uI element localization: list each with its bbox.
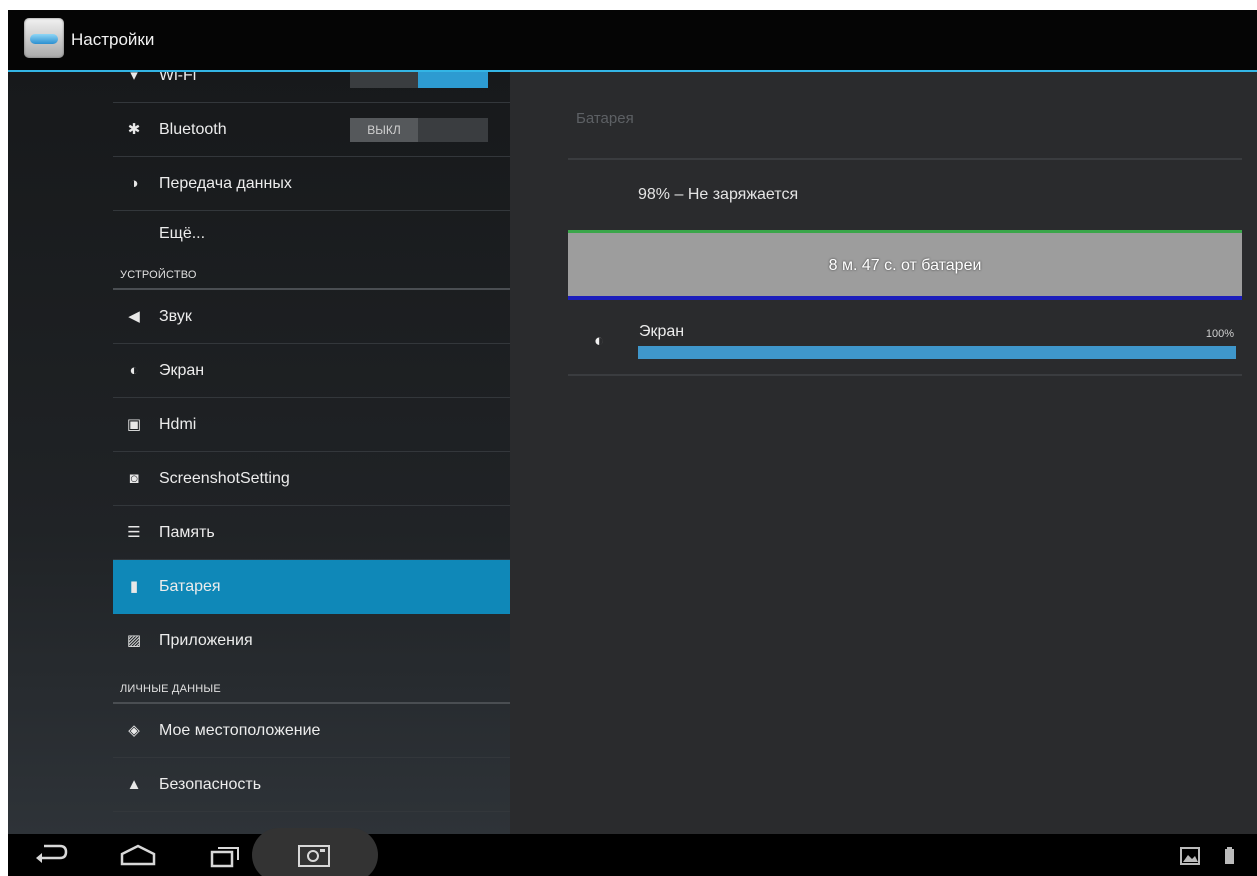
list-item-label: Передача данных <box>159 175 292 192</box>
list-item-bluetooth[interactable]: ✱ Bluetooth ВЫКЛ <box>113 103 510 157</box>
list-item-label: Приложения <box>159 632 253 649</box>
list-item-security[interactable]: ▲ Безопасность <box>113 758 510 812</box>
lock-icon: ▲ <box>126 776 142 793</box>
storage-icon: ☰ <box>127 524 141 541</box>
list-item-data-usage[interactable]: ◑ Передача данных <box>113 157 510 211</box>
usage-label: Экран <box>639 323 685 340</box>
list-item-label: Безопасность <box>159 776 262 793</box>
data-usage-icon: ◑ <box>129 175 139 192</box>
settings-list[interactable]: ▾ Wi-Fi ✱ Bluetooth ВЫКЛ ◑ Передача данн… <box>8 72 510 834</box>
usage-percent: 100% <box>1205 328 1234 340</box>
navigation-bar <box>8 828 1257 876</box>
speaker-icon: ◀ <box>128 308 140 325</box>
location-icon: ◈ <box>128 722 140 739</box>
list-item-label: Батарея <box>159 578 221 595</box>
wifi-toggle[interactable] <box>350 72 488 88</box>
battery-icon: ▮ <box>129 578 139 595</box>
charge-status: 98% – Не заряжается <box>638 186 799 203</box>
divider <box>568 374 1242 376</box>
gallery-notification-icon[interactable] <box>1180 846 1202 866</box>
battery-detail-pane: Батарея 98% – Не заряжается 8 м. 47 с. о… <box>510 72 1257 834</box>
battery-history-graph[interactable]: 8 м. 47 с. от батареи <box>568 230 1242 300</box>
pane-title: Батарея <box>576 110 634 127</box>
camera-icon: ◙ <box>129 470 139 487</box>
list-item-label: Память <box>159 524 215 541</box>
list-item-wifi[interactable]: ▾ Wi-Fi <box>113 72 510 103</box>
list-item-label: Wi-Fi <box>159 72 197 84</box>
apps-icon: ▨ <box>126 632 142 649</box>
usage-bar <box>638 346 1236 359</box>
list-item-location[interactable]: ◈ Мое местоположение <box>113 704 510 758</box>
graph-label: 8 м. 47 с. от батареи <box>828 257 982 274</box>
list-item-sound[interactable]: ◀ Звук <box>113 290 510 344</box>
home-icon[interactable] <box>118 840 158 870</box>
list-item-hdmi[interactable]: ▣ Hdmi <box>113 398 510 452</box>
list-item-battery[interactable]: ▮ Батарея <box>113 560 510 614</box>
list-item-label: Экран <box>159 362 205 379</box>
list-item-label: Bluetooth <box>159 121 227 138</box>
list-item-label: Звук <box>159 308 192 325</box>
bluetooth-icon: ✱ <box>127 121 141 138</box>
list-item-display[interactable]: ◐ Экран <box>113 344 510 398</box>
toggle-state: ВЫКЛ <box>350 118 418 142</box>
battery-status-icon <box>1225 847 1234 864</box>
brightness-icon: ◐ <box>129 362 139 379</box>
list-item-storage[interactable]: ☰ Память <box>113 506 510 560</box>
list-item-label: Мое местоположение <box>159 722 321 739</box>
list-item-label: Hdmi <box>159 416 197 433</box>
category-header-device: УСТРОЙСТВО <box>113 262 510 290</box>
list-item-screenshot-setting[interactable]: ◙ ScreenshotSetting <box>113 452 510 506</box>
category-label: УСТРОЙСТВО <box>120 269 197 281</box>
screenshot-icon[interactable] <box>294 840 334 870</box>
recent-apps-icon[interactable] <box>206 840 246 870</box>
bluetooth-toggle[interactable]: ВЫКЛ <box>350 118 488 142</box>
tablet-screen: Настройки ▾ Wi-Fi ✱ Bluetooth ВЫКЛ ◑ Пер… <box>8 10 1257 876</box>
list-item-label: Ещё... <box>159 225 206 242</box>
divider <box>568 158 1242 160</box>
category-label: ЛИЧНЫЕ ДАННЫЕ <box>120 683 221 695</box>
list-item-apps[interactable]: ▨ Приложения <box>113 614 510 654</box>
list-item-more[interactable]: Ещё... <box>113 211 510 247</box>
usage-bar-fill <box>638 346 1236 359</box>
brightness-icon: ◐ <box>594 331 605 350</box>
action-bar: Настройки <box>8 10 1257 72</box>
settings-app-icon[interactable] <box>24 18 64 58</box>
hdmi-icon: ▣ <box>126 416 142 433</box>
back-icon[interactable] <box>30 840 70 870</box>
app-title: Настройки <box>71 30 155 49</box>
list-item-label: ScreenshotSetting <box>159 470 290 487</box>
wifi-icon: ▾ <box>130 72 138 84</box>
category-header-personal: ЛИЧНЫЕ ДАННЫЕ <box>113 676 510 704</box>
